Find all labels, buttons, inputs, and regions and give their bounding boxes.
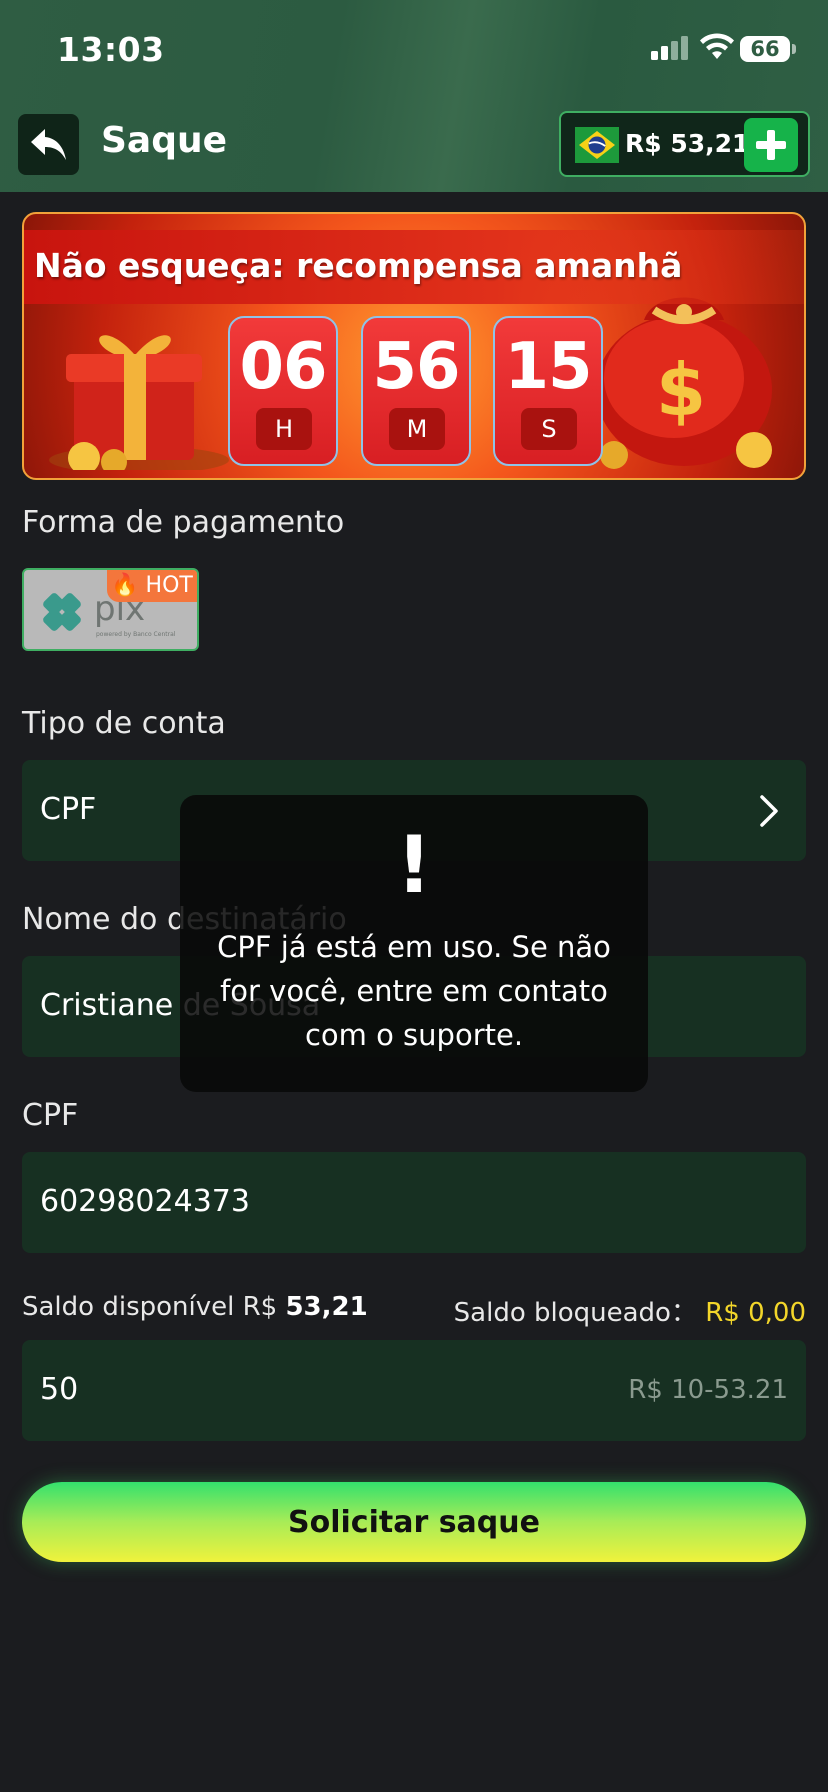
account-type-value: CPF xyxy=(40,792,97,827)
back-button[interactable] xyxy=(18,114,79,175)
toast-message: CPF já está em uso. Se não for você, ent… xyxy=(217,930,611,1052)
amount-input[interactable]: 50 R$ 10-53.21 xyxy=(22,1340,806,1441)
available-balance: Saldo disponível R$ 53,21 xyxy=(22,1292,368,1322)
flame-icon: 🔥 xyxy=(111,573,139,598)
page-title: Saque xyxy=(101,120,228,161)
hot-badge-label: HOT xyxy=(145,573,193,598)
brazil-flag-icon xyxy=(575,127,619,163)
status-time: 13:03 xyxy=(57,30,165,69)
balance-box: R$ 53,21 xyxy=(559,111,810,177)
cpf-value: 60298024373 xyxy=(40,1184,250,1219)
timer-hours-value: 06 xyxy=(239,330,327,404)
available-balance-value: 53,21 xyxy=(285,1292,368,1322)
exclamation-icon: ! xyxy=(396,821,432,911)
banner-title: Não esqueça: recompensa amanhã xyxy=(34,246,683,285)
balance-amount: R$ 53,21 xyxy=(625,129,750,158)
blocked-balance-label: Saldo bloqueado： xyxy=(453,1298,697,1328)
reward-banner[interactable]: $ Não esqueça: recompensa amanhã 06 H 56… xyxy=(22,212,806,480)
pix-logo-subtext: powered by Banco Central xyxy=(96,631,176,638)
cellular-signal-icon xyxy=(651,36,688,60)
error-toast: ! CPF já está em uso. Se não for você, e… xyxy=(180,795,648,1092)
payment-method-label: Forma de pagamento xyxy=(22,505,345,540)
plus-icon xyxy=(756,130,786,160)
request-withdrawal-button[interactable]: Solicitar saque xyxy=(22,1482,806,1562)
chevron-right-icon xyxy=(760,795,778,827)
hot-badge: 🔥 HOT xyxy=(107,570,197,602)
timer-seconds-unit: S xyxy=(521,408,577,450)
amount-range-hint: R$ 10-53.21 xyxy=(628,1375,788,1405)
deposit-plus-button[interactable] xyxy=(744,118,798,172)
battery-icon: 66 xyxy=(740,36,790,62)
blocked-balance-value: R$ 0,00 xyxy=(705,1298,806,1328)
cpf-label: CPF xyxy=(22,1098,79,1133)
timer-minutes-unit: M xyxy=(389,408,445,450)
account-type-label: Tipo de conta xyxy=(22,706,226,741)
timer-minutes: 56 M xyxy=(361,316,471,466)
gift-box-icon xyxy=(49,335,229,470)
available-balance-label: Saldo disponível R$ xyxy=(22,1292,278,1322)
timer-hours-unit: H xyxy=(256,408,312,450)
timer-minutes-value: 56 xyxy=(372,330,460,404)
battery-nub xyxy=(792,44,796,54)
timer-hours: 06 H xyxy=(228,316,338,466)
timer-seconds: 15 S xyxy=(493,316,603,466)
header: 13:03 66 Saque R$ 53,21 xyxy=(0,0,828,192)
timer-seconds-value: 15 xyxy=(504,330,592,404)
blocked-balance: Saldo bloqueado： R$ 0,00 xyxy=(454,1292,806,1329)
amount-value: 50 xyxy=(40,1372,79,1407)
cpf-field[interactable]: 60298024373 xyxy=(22,1152,806,1253)
svg-text:$: $ xyxy=(656,348,706,432)
pix-payment-option[interactable]: pix powered by Banco Central 🔥 HOT xyxy=(22,568,199,651)
wifi-icon xyxy=(700,33,734,59)
back-arrow-icon xyxy=(30,128,66,160)
